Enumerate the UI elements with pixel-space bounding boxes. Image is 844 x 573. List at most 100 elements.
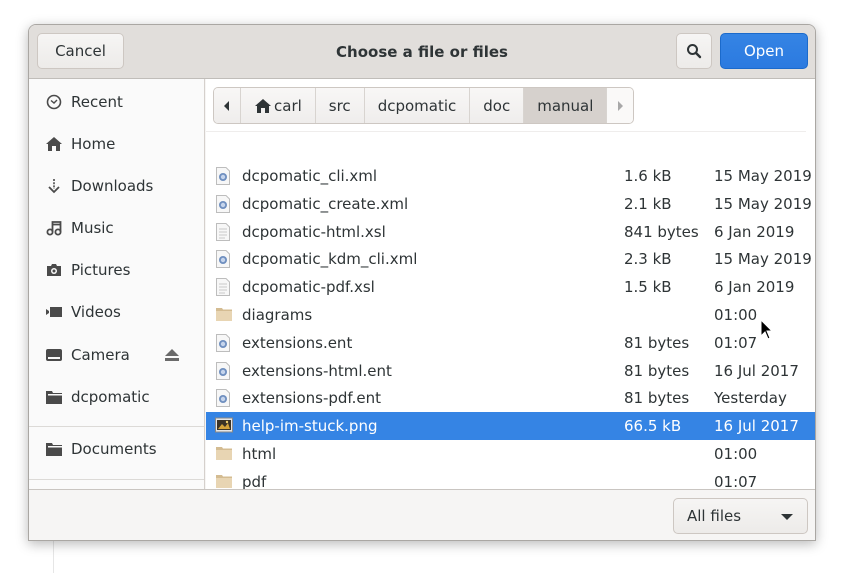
sidebar-item-videos[interactable]: Videos <box>29 291 204 333</box>
header-separator <box>206 131 806 132</box>
path-scroll-right-button[interactable] <box>607 88 634 123</box>
file-row[interactable]: dcpomatic_kdm_cli.xml 2.3 kB 15 May 2019 <box>206 245 815 273</box>
file-size: 81 bytes <box>624 333 690 352</box>
file-modified: 15 May 2019 <box>714 250 812 269</box>
file-browser: carl src dcpomatic doc manual dcpomatic_… <box>206 79 815 491</box>
xml-file-icon <box>215 250 231 269</box>
file-row[interactable]: extensions-html.ent 81 bytes 16 Jul 2017 <box>206 357 815 385</box>
mouse-cursor-icon <box>760 319 774 340</box>
file-size: 66.5 kB <box>624 417 682 436</box>
chevron-left-icon <box>224 100 229 111</box>
file-row[interactable]: help-im-stuck.png 66.5 kB 16 Jul 2017 <box>206 412 815 441</box>
path-segment-doc[interactable]: doc <box>470 88 525 123</box>
xml-file-icon <box>215 333 231 352</box>
xml-file-icon <box>215 167 231 185</box>
file-chooser-dialog: Choose a file or files Cancel Open Recen… <box>28 24 816 541</box>
sidebar-item-label: Downloads <box>71 177 154 195</box>
path-segment-manual[interactable]: manual <box>524 88 608 123</box>
file-row[interactable]: diagrams 01:00 <box>206 301 815 329</box>
file-modified: 01:07 <box>714 333 758 352</box>
sidebar-separator <box>29 426 204 427</box>
sidebar-item-music[interactable]: Music <box>29 207 204 249</box>
home-icon <box>45 135 63 153</box>
file-name: extensions-html.ent <box>242 361 392 380</box>
sidebar-item-documents[interactable]: Documents <box>29 428 204 470</box>
file-row[interactable]: dcpomatic_cli.xml 1.6 kB 15 May 2019 <box>206 162 815 190</box>
sidebar-separator <box>29 479 204 480</box>
file-row[interactable]: dcpomatic-pdf.xsl 1.5 kB 6 Jan 2019 <box>206 273 815 301</box>
file-size: 1.6 kB <box>624 167 672 185</box>
image-file-icon <box>215 417 233 435</box>
open-button[interactable]: Open <box>720 33 808 69</box>
file-name: diagrams <box>242 306 313 324</box>
sidebar-item-label: Camera <box>71 346 130 364</box>
header-bar: Choose a file or files Cancel Open <box>29 25 815 79</box>
search-button[interactable] <box>676 33 712 69</box>
text-file-icon <box>215 222 231 241</box>
sidebar-item-camera[interactable]: Camera <box>29 334 204 376</box>
sidebar-item-pictures[interactable]: Pictures <box>29 249 204 291</box>
file-filter-dropdown[interactable]: All files <box>673 498 808 534</box>
file-name: dcpomatic-html.xsl <box>242 222 386 241</box>
file-modified: 16 Jul 2017 <box>714 361 799 380</box>
text-file-icon <box>215 278 231 297</box>
file-filter-label: All files <box>687 507 742 525</box>
folder-icon <box>45 440 63 458</box>
file-name: dcpomatic_cli.xml <box>242 167 378 185</box>
file-size: 2.3 kB <box>624 250 672 269</box>
search-icon <box>687 44 702 59</box>
sidebar-item-label: Recent <box>71 93 123 111</box>
sidebar-item-home[interactable]: Home <box>29 123 204 165</box>
file-modified: 16 Jul 2017 <box>714 417 799 436</box>
eject-icon[interactable] <box>164 347 180 363</box>
path-scroll-left-button[interactable] <box>214 88 241 123</box>
chevron-right-icon <box>618 100 624 111</box>
path-segment-carl[interactable]: carl <box>241 88 316 123</box>
folder-icon <box>45 388 63 406</box>
file-row[interactable]: dcpomatic_create.xml 2.1 kB 15 May 2019 <box>206 190 815 218</box>
path-bar: carl src dcpomatic doc manual <box>213 87 635 124</box>
sidebar-item-label: Home <box>71 135 116 153</box>
xml-file-icon <box>215 389 231 408</box>
chevron-down-icon <box>781 514 793 520</box>
file-name: html <box>242 445 277 463</box>
cancel-button[interactable]: Cancel <box>37 33 124 69</box>
file-size: 841 bytes <box>624 222 699 241</box>
file-modified: 15 May 2019 <box>714 167 812 185</box>
footer-bar: All files <box>29 489 815 540</box>
sidebar-item-label: dcpomatic <box>71 388 150 406</box>
file-modified: 15 May 2019 <box>714 194 812 213</box>
video-icon <box>45 303 63 321</box>
sidebar-item-label: Documents <box>71 440 157 458</box>
path-segment-dcpomatic[interactable]: dcpomatic <box>364 88 471 123</box>
file-name: dcpomatic_kdm_cli.xml <box>242 250 418 269</box>
path-segment-src[interactable]: src <box>315 88 365 123</box>
file-row[interactable]: html 01:00 <box>206 440 815 468</box>
sidebar-item-dcpomatic[interactable]: dcpomatic <box>29 376 204 418</box>
file-name: dcpomatic_create.xml <box>242 194 409 213</box>
file-row[interactable]: extensions-pdf.ent 81 bytes Yesterday <box>206 384 815 412</box>
sidebar-item-label: Music <box>71 219 114 237</box>
file-name: dcpomatic-pdf.xsl <box>242 278 375 297</box>
file-modified: 6 Jan 2019 <box>714 222 795 241</box>
sidebar-item-recent[interactable]: Recent <box>29 81 204 123</box>
file-modified: 01:00 <box>714 445 758 463</box>
file-row[interactable]: extensions.ent 81 bytes 01:07 <box>206 329 815 357</box>
camera-icon <box>45 261 63 279</box>
file-size: 2.1 kB <box>624 194 672 213</box>
file-size: 1.5 kB <box>624 278 672 297</box>
xml-file-icon <box>215 361 231 380</box>
xml-file-icon <box>215 194 231 213</box>
background-line <box>53 538 54 573</box>
places-sidebar: Recent Home Downloads Music Pictures Vid… <box>29 79 205 489</box>
file-modified: 01:00 <box>714 306 758 324</box>
sidebar-item-label: Pictures <box>71 261 131 279</box>
folder-icon <box>215 445 232 463</box>
clock-icon <box>45 93 63 111</box>
file-row[interactable]: dcpomatic-html.xsl 841 bytes 6 Jan 2019 <box>206 218 815 246</box>
file-size: 81 bytes <box>624 389 690 408</box>
file-modified: 6 Jan 2019 <box>714 278 795 297</box>
file-name: extensions.ent <box>242 333 353 352</box>
folder-icon <box>215 306 232 324</box>
sidebar-item-downloads[interactable]: Downloads <box>29 165 204 207</box>
